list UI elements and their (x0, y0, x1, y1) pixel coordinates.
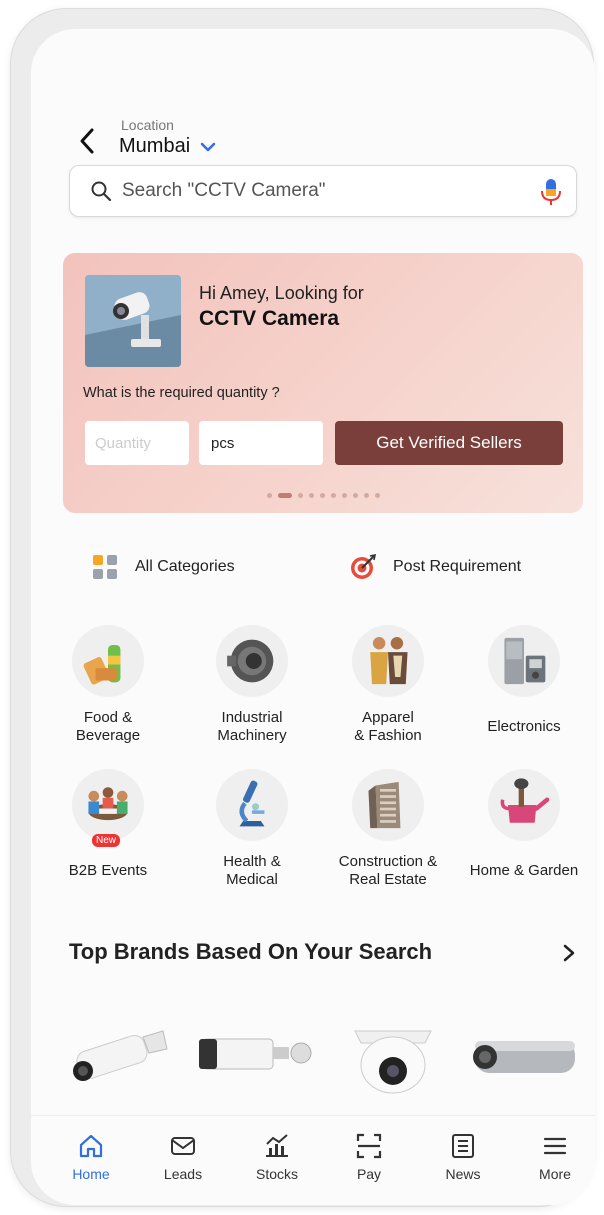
carousel-indicator (63, 493, 583, 498)
electronics-icon (488, 625, 560, 697)
category-apparel-fashion[interactable]: Apparel & Fashion (323, 625, 453, 745)
nav-news[interactable]: News (423, 1132, 503, 1182)
construction-real-estate-icon (352, 769, 424, 841)
box-camera-image (199, 1038, 312, 1070)
category-label: Electronics (487, 718, 561, 735)
cylinder-camera-image (473, 1041, 575, 1073)
carousel-dot[interactable] (352, 493, 358, 498)
grid-icon (93, 555, 117, 579)
unit-select[interactable]: pcs (199, 421, 323, 465)
new-badge: New (92, 834, 121, 847)
phone-frame: Location Mumbai Search "CCTV Camera" Hi … (10, 8, 595, 1207)
microphone-icon[interactable] (538, 177, 564, 207)
target-icon (351, 553, 377, 579)
bullet-camera-image (73, 1030, 168, 1081)
carousel-dot[interactable] (297, 493, 303, 498)
nav-label: Pay (356, 1166, 382, 1182)
carousel-dot[interactable] (266, 493, 272, 498)
post-requirement-button[interactable]: Post Requirement (349, 553, 521, 581)
location-selector[interactable]: Mumbai (119, 135, 216, 158)
carousel-dot[interactable] (330, 493, 336, 498)
carousel-dot[interactable] (363, 493, 369, 498)
category-home-garden[interactable]: Home & Garden (459, 769, 589, 889)
category-b2b-events[interactable]: New B2B Events (43, 769, 173, 889)
category-food-beverage[interactable]: Food & Beverage (43, 625, 173, 745)
category-label: Health & Medical (223, 853, 281, 888)
mail-icon (171, 1137, 195, 1155)
nav-more[interactable]: More (515, 1132, 595, 1182)
cctv-camera-image (85, 275, 181, 367)
app-screen: Location Mumbai Search "CCTV Camera" Hi … (31, 29, 595, 1205)
news-icon (452, 1134, 474, 1158)
get-verified-sellers-button[interactable]: Get Verified Sellers (335, 421, 563, 465)
apparel-fashion-icon (352, 625, 424, 697)
post-requirement-label: Post Requirement (393, 558, 522, 575)
nav-stocks[interactable]: Stocks (237, 1132, 317, 1182)
stocks-chart-icon (266, 1134, 288, 1157)
category-electronics[interactable]: Electronics (459, 625, 589, 745)
chevron-down-icon (200, 142, 216, 151)
category-construction-real-estate[interactable]: Construction & Real Estate (323, 769, 453, 889)
brand-card[interactable] (333, 1007, 453, 1103)
nav-label: Home (72, 1166, 110, 1182)
food-beverage-icon (72, 625, 144, 697)
chevron-right-icon[interactable] (559, 941, 579, 965)
quantity-input[interactable] (85, 421, 189, 465)
all-categories-button[interactable]: All Categories (91, 553, 235, 581)
nav-label: Stocks (255, 1166, 298, 1182)
search-icon (90, 180, 112, 202)
all-categories-label: All Categories (135, 558, 235, 575)
dome-camera-image (354, 1030, 432, 1094)
section-title-top-brands: Top Brands Based On Your Search (69, 939, 433, 964)
category-health-medical[interactable]: Health & Medical (187, 769, 317, 889)
category-label: Home & Garden (469, 862, 579, 879)
health-medical-icon (216, 769, 288, 841)
carousel-dot[interactable] (341, 493, 347, 498)
category-label: Apparel & Fashion (354, 709, 422, 744)
menu-icon (543, 1137, 567, 1155)
b2b-events-icon: New (72, 769, 144, 847)
brand-card[interactable] (195, 1007, 315, 1103)
greeting-text: Hi Amey, Looking for (199, 283, 364, 303)
category-label: Construction & Real Estate (338, 853, 438, 888)
home-icon (79, 1134, 103, 1158)
product-name: CCTV Camera (199, 307, 340, 330)
search-input[interactable] (122, 180, 522, 202)
category-industrial-machinery[interactable]: Industrial Machinery (187, 625, 317, 745)
brand-card[interactable] (463, 1007, 583, 1103)
brand-card[interactable] (61, 1007, 181, 1103)
home-garden-icon (488, 769, 560, 841)
back-arrow-icon[interactable] (73, 121, 103, 161)
scan-icon (356, 1133, 382, 1159)
promo-banner: Hi Amey, Looking for CCTV Camera What is… (63, 253, 583, 513)
nav-label: News (445, 1166, 481, 1182)
bottom-navigation: Home Leads Stocks Pay News More (31, 1115, 595, 1205)
carousel-dot[interactable] (308, 493, 314, 498)
location-label: Location (121, 117, 174, 133)
industrial-machinery-icon (216, 625, 288, 697)
quantity-question: What is the required quantity ? (83, 385, 280, 401)
nav-pay[interactable]: Pay (329, 1132, 409, 1182)
category-label: Industrial Machinery (217, 709, 287, 744)
nav-leads[interactable]: Leads (143, 1132, 223, 1182)
nav-label: Leads (163, 1166, 203, 1182)
city-name: Mumbai (119, 135, 191, 157)
category-label: B2B Events (68, 862, 148, 879)
carousel-dot[interactable] (277, 493, 292, 498)
nav-home[interactable]: Home (51, 1132, 131, 1182)
category-label: Food & Beverage (75, 709, 141, 744)
carousel-dot[interactable] (374, 493, 380, 498)
carousel-dot[interactable] (319, 493, 325, 498)
search-bar[interactable] (69, 165, 577, 217)
nav-label: More (539, 1166, 571, 1182)
